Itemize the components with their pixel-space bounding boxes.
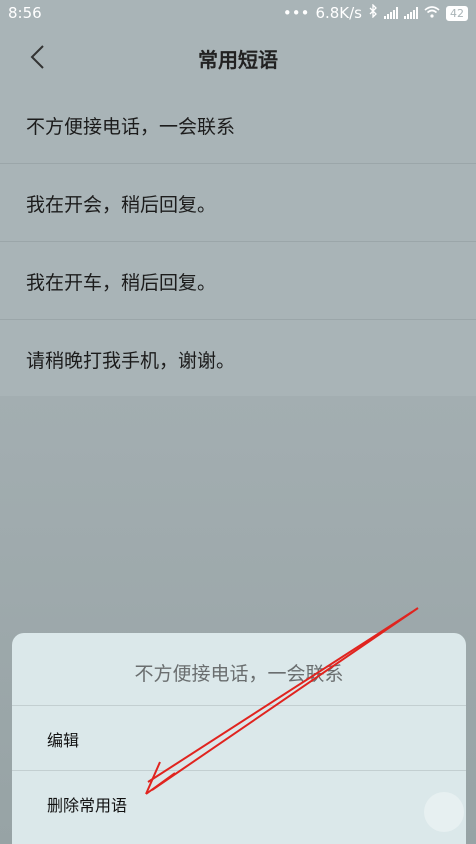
phrase-text: 我在开车，稍后回复。	[26, 272, 217, 294]
delete-phrase-button[interactable]: 删除常用语	[12, 772, 466, 834]
list-item[interactable]: 请稍晚打我手机，谢谢。	[0, 320, 476, 397]
edit-label: 编辑	[47, 731, 80, 750]
list-item[interactable]: 我在开会，稍后回复。	[0, 164, 476, 242]
header: 常用短语	[0, 28, 476, 86]
edit-button[interactable]: 编辑	[12, 707, 466, 769]
wifi-icon	[424, 4, 440, 22]
bluetooth-icon	[368, 3, 378, 22]
action-sheet: 不方便接电话，一会联系 编辑 删除常用语	[12, 633, 466, 844]
phrase-list: 不方便接电话，一会联系 我在开会，稍后回复。 我在开车，稍后回复。 请稍晚打我手…	[0, 86, 476, 397]
delete-label: 删除常用语	[47, 796, 128, 815]
phrase-text: 我在开会，稍后回复。	[26, 194, 217, 216]
watermark-logo	[424, 792, 464, 832]
status-time: 8:56	[8, 4, 42, 22]
more-dots-icon: •••	[282, 4, 310, 22]
signal-icon	[404, 7, 418, 19]
status-bar: 8:56 ••• 6.8K/s 42	[0, 0, 476, 28]
phrase-text: 请稍晚打我手机，谢谢。	[26, 350, 236, 372]
network-speed: 6.8K/s	[315, 4, 362, 22]
divider	[12, 705, 466, 706]
divider	[12, 770, 466, 771]
phrase-text: 不方便接电话，一会联系	[26, 116, 236, 138]
battery-icon: 42	[446, 5, 468, 21]
sheet-title: 不方便接电话，一会联系	[134, 663, 344, 685]
signal-icon	[384, 7, 398, 19]
list-item[interactable]: 我在开车，稍后回复。	[0, 242, 476, 320]
page-title: 常用短语	[198, 48, 278, 72]
list-item[interactable]: 不方便接电话，一会联系	[0, 86, 476, 164]
status-icons: ••• 6.8K/s 42	[282, 3, 468, 22]
